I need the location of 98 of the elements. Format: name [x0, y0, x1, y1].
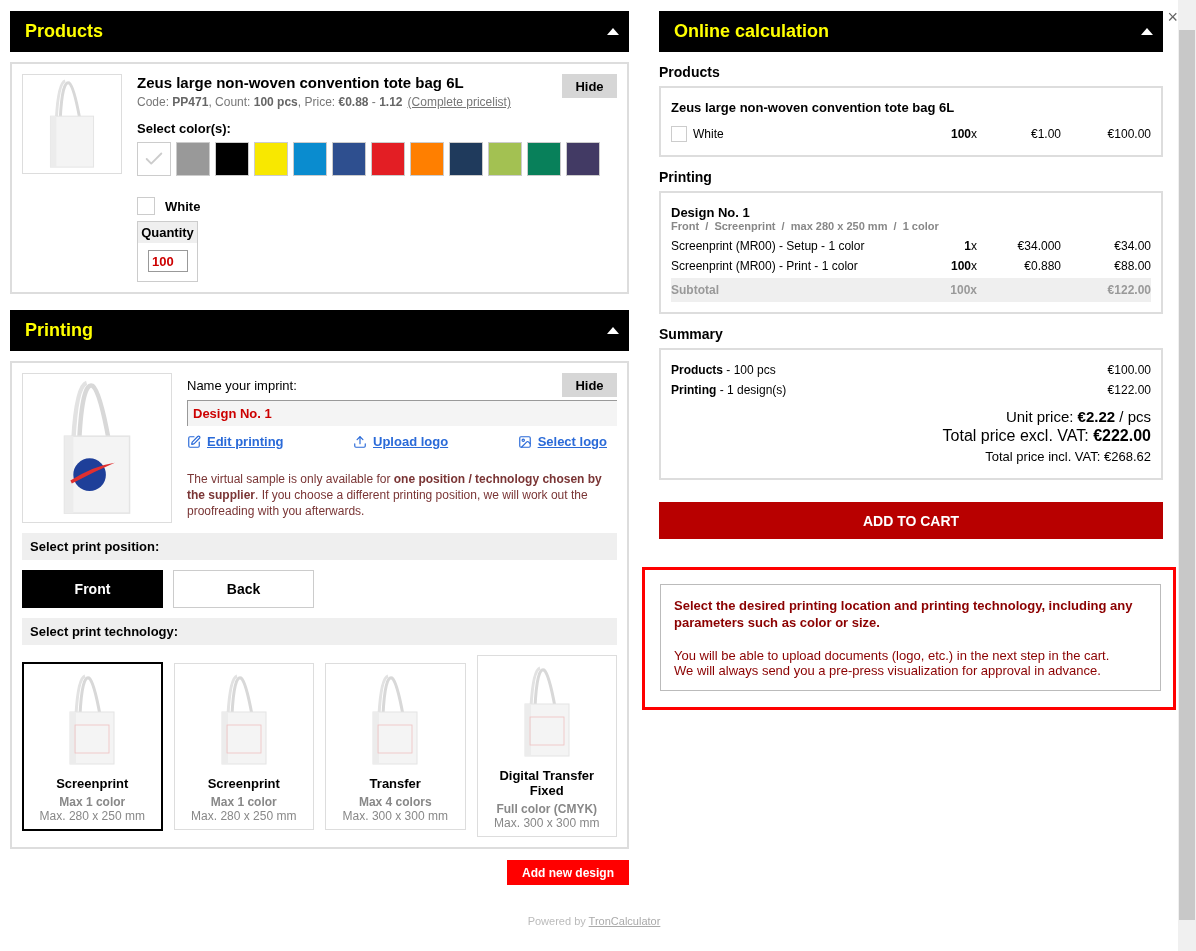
summary-label: Products - 100 pcs: [671, 363, 776, 377]
action-link[interactable]: Upload logo: [373, 434, 449, 449]
subtotal-label: Subtotal: [671, 283, 720, 297]
color-swatch[interactable]: [137, 142, 171, 176]
line-quantity: 100x: [949, 259, 977, 273]
section-heading: Select print technology:: [22, 618, 617, 645]
info-title: Select the desired printing location and printing technology, including any parameters such as color or size.: [674, 597, 1134, 631]
scrollbar[interactable]: [1178, 0, 1196, 951]
imprint-name-field[interactable]: Design No. 1: [187, 400, 617, 426]
total-excl-vat: Total price excl. VAT: €222.00: [942, 427, 1151, 444]
close-button[interactable]: ×: [1167, 7, 1178, 28]
product-info: Code: PP471, Count: 100 pcs, Price: €0.88 - 1.12 (Complete pricelist): [137, 95, 511, 109]
position-button[interactable]: Back: [173, 570, 314, 608]
section-title: Printing: [659, 169, 713, 185]
color-swatch[interactable]: [176, 142, 210, 176]
hide-button[interactable]: Hide: [562, 373, 617, 397]
summary-label: Printing - 1 design(s): [671, 383, 787, 397]
technology-name: Screenprint: [56, 775, 129, 791]
line-unit-price: €1.00: [1029, 127, 1061, 141]
technology-size: Max. 280 x 250 mm: [39, 808, 145, 823]
color-swatch[interactable]: [527, 142, 561, 176]
edit-icon: [187, 434, 201, 449]
variant-label: White: [165, 198, 201, 214]
quantity-label: Quantity: [138, 222, 197, 243]
color-swatch[interactable]: [215, 142, 249, 176]
section-heading: Select print position:: [22, 533, 617, 560]
scrollbar-thumb[interactable]: [1179, 30, 1195, 920]
line-unit-price: €0.880: [1023, 259, 1061, 273]
technology-name: Screenprint: [207, 775, 280, 791]
color-swatch[interactable]: [254, 142, 288, 176]
total-incl-vat: Total price incl. VAT: €268.62: [985, 449, 1151, 464]
color-swatch[interactable]: [488, 142, 522, 176]
design-title: Design No. 1: [671, 205, 751, 220]
collapse-icon[interactable]: [1141, 28, 1153, 35]
summary-amount: €100.00: [1107, 363, 1151, 377]
line-quantity: 100x: [949, 127, 977, 141]
design-details: Front / Screenprint / max 280 x 250 mm / 1 color: [671, 220, 940, 232]
summary-amount: €122.00: [1107, 383, 1151, 397]
action-link[interactable]: Select logo: [537, 434, 607, 449]
upload-icon: [353, 434, 368, 449]
technology-card[interactable]: Digital Transfer Fixed Full color (CMYK) Max. 300 x 300 mm: [476, 655, 617, 837]
subtotal-quantity: 100x: [949, 283, 977, 297]
powered-by-text: Powered by: [527, 915, 587, 927]
panel-header[interactable]: Online calculation: [659, 11, 1163, 52]
panel-header[interactable]: Printing: [10, 310, 629, 351]
technology-size: Max. 300 x 300 mm: [342, 808, 448, 823]
collapse-icon[interactable]: [607, 28, 619, 35]
technology-card[interactable]: Screenprint Max 1 color Max. 280 x 250 mm: [22, 661, 163, 831]
technology-colors: Full color (CMYK): [496, 802, 598, 816]
technology-colors: Max 4 colors: [358, 794, 432, 809]
color-swatch[interactable]: [371, 142, 405, 176]
hide-button[interactable]: Hide: [562, 74, 617, 98]
panel-header[interactable]: Products: [10, 11, 629, 52]
notice-text: The virtual sample is only available for one position / technology chosen by the supplier. If you choose a different printing position, we will work out the proofreading with you afterwards.: [187, 471, 603, 519]
color-swatch[interactable]: [332, 142, 366, 176]
line-unit-price: €34.000: [1016, 239, 1061, 253]
info-text: We will always send you a pre-press visualization for approval in advance.: [674, 663, 1102, 678]
line-quantity: 1x: [963, 239, 977, 253]
technology-size: Max. 300 x 300 mm: [494, 816, 600, 830]
position-button[interactable]: Front: [22, 570, 163, 608]
imprint-label: Name your imprint:: [187, 377, 297, 393]
color-swatch[interactable]: [410, 142, 444, 176]
line-total: €34.00: [1113, 239, 1151, 253]
panel-title: Printing: [25, 320, 93, 341]
section-title: Products: [659, 64, 721, 80]
unit-price: Unit price: €2.22 / pcs: [1005, 408, 1151, 425]
add-design-button[interactable]: Add new design: [507, 860, 629, 885]
technology-card[interactable]: Transfer Max 4 colors Max. 300 x 300 mm: [325, 662, 466, 830]
collapse-icon[interactable]: [607, 327, 619, 334]
info-text: You will be able to upload documents (logo, etc.) in the next step in the cart.: [674, 648, 1111, 663]
checkbox[interactable]: [671, 126, 687, 142]
color-swatch[interactable]: [449, 142, 483, 176]
technology-name: Digital Transfer Fixed: [498, 768, 596, 798]
product-name: Zeus large non-woven convention tote bag 6L: [137, 74, 465, 91]
panel-title: Online calculation: [674, 21, 830, 42]
pricelist-link[interactable]: (Complete pricelist): [407, 95, 511, 109]
technology-card[interactable]: Screenprint Max 1 color Max. 280 x 250 mm: [173, 662, 314, 830]
line-total: €100.00: [1106, 127, 1151, 141]
color-swatch[interactable]: [566, 142, 600, 176]
product-name: Zeus large non-woven convention tote bag 6L: [671, 100, 956, 115]
line-total: €88.00: [1113, 259, 1151, 273]
line-label: Screenprint (MR00) - Print - 1 color: [671, 259, 859, 273]
panel-title: Products: [25, 21, 103, 42]
technology-colors: Max 1 color: [210, 794, 277, 809]
quantity-field[interactable]: 100: [148, 250, 188, 272]
subtotal-total: €122.00: [1106, 283, 1151, 297]
line-label: Screenprint (MR00) - Setup - 1 color: [671, 239, 866, 253]
image-icon: [517, 434, 532, 449]
color-label: Select color(s):: [137, 121, 232, 136]
add-to-cart-button[interactable]: ADD TO CART: [659, 502, 1163, 539]
technology-name: Transfer: [369, 775, 421, 791]
color-swatch[interactable]: [293, 142, 327, 176]
technology-size: Max. 280 x 250 mm: [191, 808, 297, 823]
technology-colors: Max 1 color: [59, 794, 126, 809]
section-title: Summary: [659, 326, 724, 342]
action-link[interactable]: Edit printing: [207, 434, 284, 449]
checkbox[interactable]: [137, 197, 155, 215]
line-label: White: [693, 127, 724, 141]
